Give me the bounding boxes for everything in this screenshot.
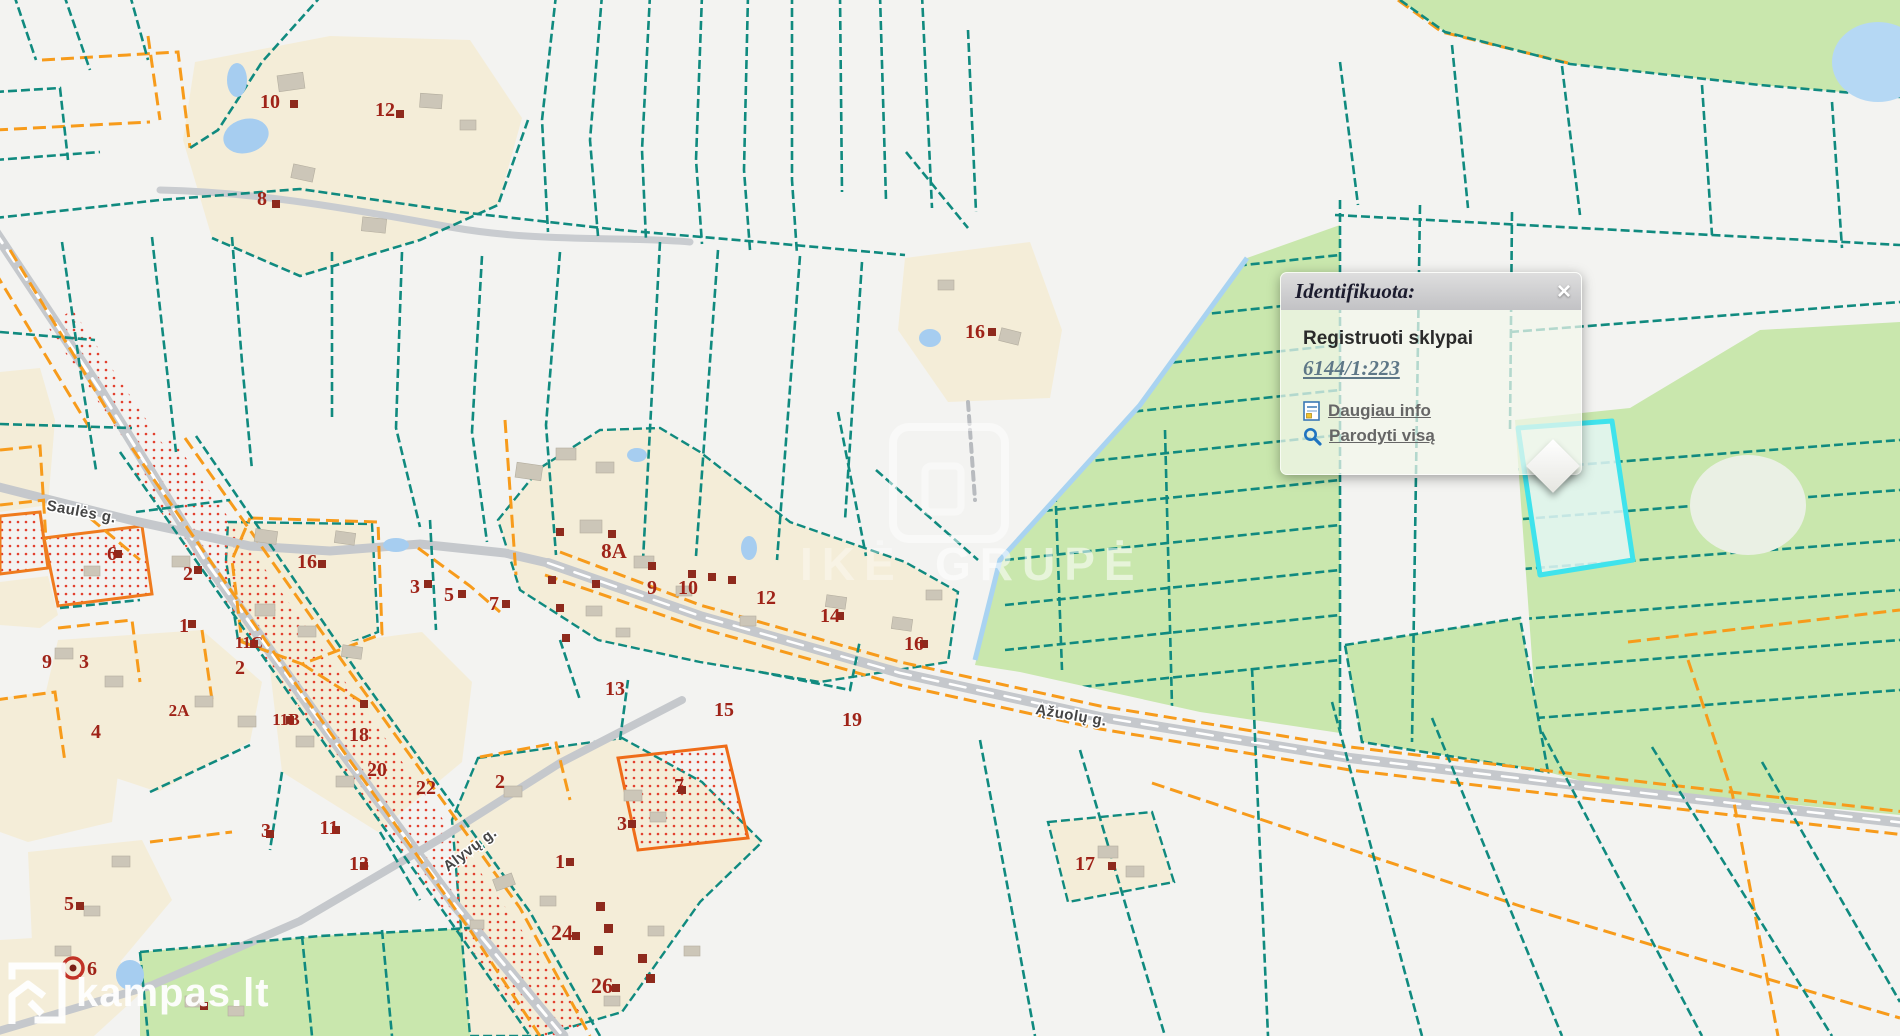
identify-popup-header: Identifikuota: × [1281, 273, 1581, 310]
parcel-number-label: 1 [555, 851, 565, 873]
show-all-link[interactable]: Parodyti visą [1329, 426, 1435, 446]
parcel-number-label: 7 [489, 593, 499, 615]
parcel-number-label: 20 [367, 759, 387, 781]
identify-popup: Identifikuota: × Registruoti sklypai 614… [1280, 272, 1582, 475]
kampas-logo: kampas.lt [8, 962, 270, 1024]
parcel-number-label: 15 [714, 699, 734, 721]
kampas-logo-text: kampas.lt [76, 971, 270, 1016]
parcel-number-label: 19 [842, 709, 862, 731]
cadastral-map[interactable]: IKĖ GRUPĖ Saulės g.Ąžuolų g.Alyvų g. 101… [0, 0, 1900, 1036]
parcel-number-label: 18 [349, 724, 369, 746]
kampas-logo-icon [8, 962, 66, 1024]
parcel-number-label: 26 [591, 973, 613, 998]
parcel-number-label: 2 [495, 771, 505, 793]
parcel-number-label: 11 [320, 817, 339, 839]
parcel-number-label: 12 [756, 587, 776, 609]
parcel-number-label: 16 [965, 321, 985, 343]
parcel-number-label: 17 [1075, 853, 1095, 875]
parcel-id-link[interactable]: 6144/1:223 [1303, 356, 1400, 381]
parcel-number-label: 11B [272, 710, 299, 729]
parcel-number-label: 3 [261, 820, 271, 842]
parcel-number-label: 1 [179, 615, 189, 637]
parcel-number-label: 3 [617, 813, 627, 835]
parcel-number-label: 2 [235, 657, 245, 679]
parcel-number-label: 10 [678, 577, 698, 599]
close-icon[interactable]: × [1557, 280, 1571, 304]
layer-name: Registruoti sklypai [1303, 328, 1561, 350]
parcel-number-label: 4 [91, 721, 101, 743]
magnifier-icon [1303, 427, 1322, 446]
parcel-number-label: 2 [183, 563, 193, 585]
popup-title: Identifikuota: [1295, 279, 1415, 304]
parcel-number-label: 13 [349, 853, 369, 875]
parcel-number-label: 14 [820, 605, 840, 627]
parcel-number-label: 3 [410, 576, 420, 598]
more-info-link[interactable]: Daugiau info [1328, 401, 1431, 421]
parcel-number-label: 5 [64, 893, 74, 915]
parcel-number-label: 7 [674, 775, 684, 797]
parcel-number-label: 11C [235, 633, 263, 652]
parcel-number-label: 16 [904, 633, 924, 655]
parcel-number-label: 5 [444, 584, 454, 606]
parcel-number-label: 9 [42, 651, 52, 673]
clearing [1690, 455, 1806, 555]
watermark-name: GRUPĖ [935, 538, 1144, 590]
parcel-number-label: 16 [297, 551, 317, 573]
parcel-number-label: 3 [79, 651, 89, 673]
parcel-number-label: 10 [260, 91, 280, 113]
parcel-number-label: 2A [169, 701, 191, 720]
parcel-number-label: 13 [605, 678, 625, 700]
parcel-number-label: 6 [107, 543, 117, 565]
identify-popup-body: Registruoti sklypai 6144/1:223 Daugiau i… [1281, 310, 1581, 446]
parcel-number-label: 24 [551, 920, 573, 945]
document-info-icon [1303, 401, 1321, 421]
parcel-number-label: 9 [647, 577, 657, 599]
parcel-number-label: 8 [257, 188, 267, 210]
watermark-fragment: IKĖ [800, 538, 904, 590]
parcel-number-label: 12 [375, 99, 395, 121]
parcel-number-label: 22 [416, 777, 436, 799]
parcel-number-label: 8A [601, 539, 628, 563]
map-viewer: IKĖ GRUPĖ Saulės g.Ąžuolų g.Alyvų g. 101… [0, 0, 1900, 1036]
